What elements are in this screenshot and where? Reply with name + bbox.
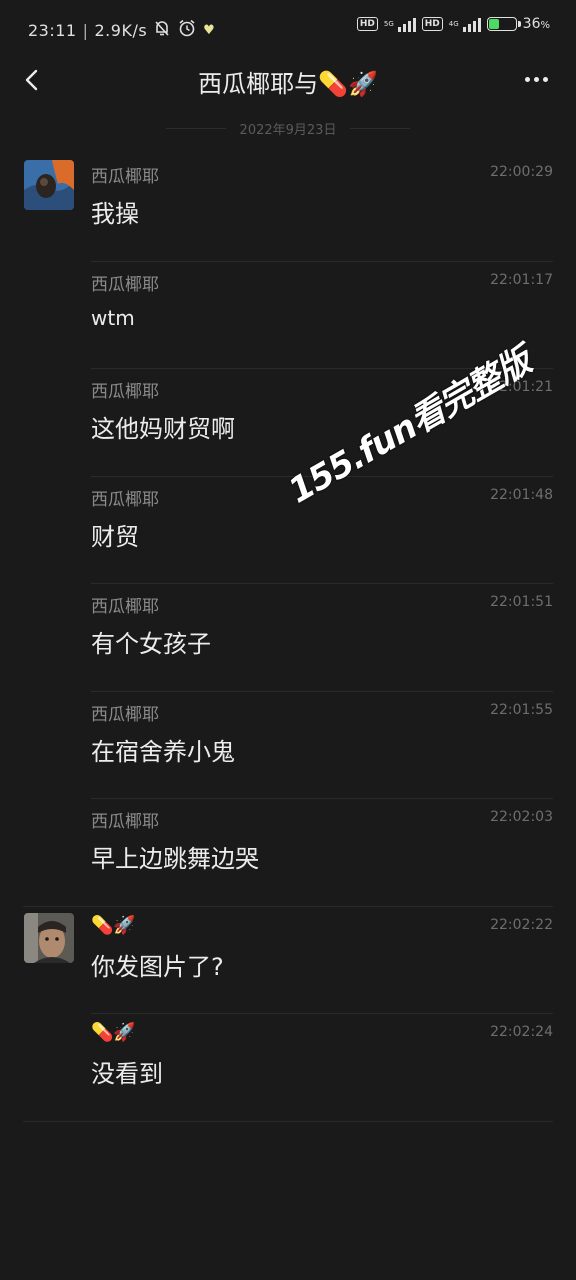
message-item[interactable]: 西瓜椰耶 22:02:03 早上边跳舞边哭 xyxy=(0,799,576,907)
message-time: 22:01:17 xyxy=(490,271,553,288)
more-dot-icon xyxy=(542,76,548,82)
message-item[interactable]: 西瓜椰耶 22:01:55 在宿舍养小鬼 xyxy=(0,692,576,799)
page-title: 西瓜椰耶与💊🚀 xyxy=(198,70,378,98)
sender-name: 西瓜椰耶 xyxy=(91,274,159,295)
message-time: 22:01:51 xyxy=(490,594,553,610)
more-options-button[interactable] xyxy=(518,64,554,94)
signal-icon-2 xyxy=(462,16,481,32)
message-item[interactable]: 西瓜椰耶 22:00:29 我操 xyxy=(0,154,576,262)
hd-badge-1: HD xyxy=(356,17,378,31)
sender-name: 西瓜椰耶 xyxy=(91,167,159,187)
status-time: 23:11 xyxy=(28,20,77,40)
message-time: 22:01:55 xyxy=(490,701,553,718)
status-divider: | xyxy=(82,20,89,40)
message-time: 22:01:48 xyxy=(490,486,553,503)
bell-off-icon xyxy=(153,19,171,41)
battery-icon xyxy=(486,17,521,31)
message-item[interactable]: 💊🚀 22:02:22 你发图片了? xyxy=(0,907,576,1014)
message-text: 财贸 xyxy=(91,522,139,551)
message-time: 22:02:03 xyxy=(490,809,553,825)
status-speed: 2.9K/s xyxy=(94,20,148,40)
hd-badge-2: HD xyxy=(421,17,443,31)
status-bar: 23:11 | 2.9K/s ♥ HD 5G HD 4G 36% xyxy=(0,0,576,56)
network-4g-label: 4G xyxy=(448,20,459,28)
message-separator xyxy=(23,1120,553,1122)
sender-name: 西瓜椰耶 xyxy=(91,597,159,617)
status-left: 23:11 | 2.9K/s ♥ xyxy=(28,18,215,42)
message-text: 这他妈财贸啊 xyxy=(91,415,235,443)
battery-percent: 36% xyxy=(522,16,550,32)
sender-name: 西瓜椰耶 xyxy=(91,382,159,402)
sender-name: 西瓜椰耶 xyxy=(91,704,159,725)
message-text: 我操 xyxy=(91,200,139,228)
avatar-pill-rocket[interactable] xyxy=(24,912,74,963)
message-item[interactable]: 西瓜椰耶 22:01:51 有个女孩子 xyxy=(0,584,576,692)
chat-header: 西瓜椰耶与💊🚀 xyxy=(0,56,576,106)
network-5g-label: 5G xyxy=(383,20,394,28)
divider-line xyxy=(165,127,226,129)
message-text: wtm xyxy=(91,305,135,330)
message-item[interactable]: 西瓜椰耶 22:01:48 财贸 xyxy=(0,477,576,584)
sender-name: 西瓜椰耶 xyxy=(91,489,159,510)
message-list: 西瓜椰耶 22:00:29 我操 西瓜椰耶 22:01:17 wtm 西瓜椰耶 … xyxy=(0,154,576,1122)
status-right: HD 5G HD 4G 36% xyxy=(356,16,550,32)
more-dot-icon xyxy=(524,76,530,82)
message-item[interactable]: 💊🚀 22:02:24 没看到 xyxy=(0,1014,576,1122)
more-dot-icon xyxy=(533,76,539,82)
signal-icon-1 xyxy=(397,16,416,32)
message-text: 早上边跳舞边哭 xyxy=(91,845,259,873)
alarm-clock-icon xyxy=(177,18,197,42)
date-divider: 2022年9月23日 xyxy=(0,116,576,140)
message-text: 在宿舍养小鬼 xyxy=(91,737,235,766)
sender-name: 💊🚀 xyxy=(91,1022,136,1043)
message-text: 你发图片了? xyxy=(91,952,224,981)
date-label: 2022年9月23日 xyxy=(239,122,337,138)
message-time: 22:02:24 xyxy=(490,1024,553,1040)
message-time: 22:00:29 xyxy=(490,164,553,180)
message-time: 22:02:22 xyxy=(490,916,553,933)
sender-name: 💊🚀 xyxy=(91,914,136,936)
heart-icon: ♥ xyxy=(203,22,216,38)
divider-line xyxy=(350,127,411,129)
avatar-xigua[interactable] xyxy=(24,160,74,210)
message-text: 没看到 xyxy=(91,1060,163,1088)
sender-name: 西瓜椰耶 xyxy=(91,812,159,832)
message-text: 有个女孩子 xyxy=(91,630,211,658)
